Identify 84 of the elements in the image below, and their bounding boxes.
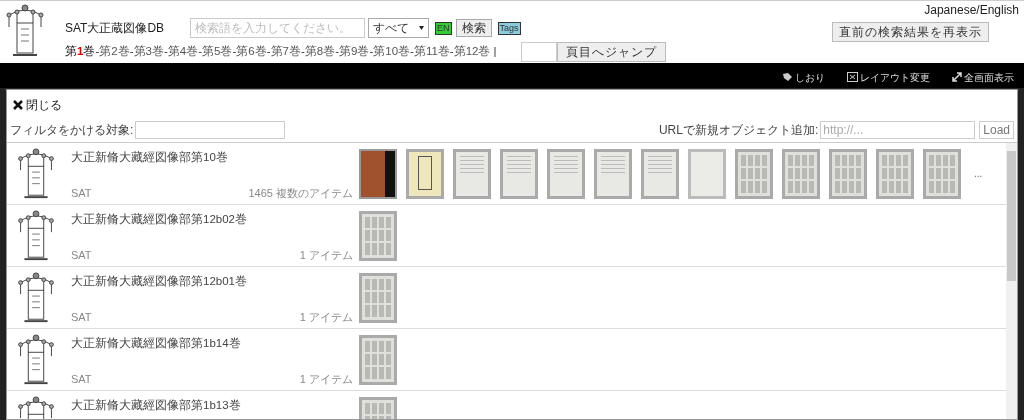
dash: -: [163, 44, 168, 60]
dash: -: [198, 44, 202, 60]
volume-link[interactable]: 第3巻: [133, 43, 164, 61]
result-title: 大正新脩大藏經図像部第10巻: [71, 149, 229, 165]
item-count: 1 アイテム: [299, 247, 353, 261]
en-badge[interactable]: EN: [435, 21, 452, 35]
toolbar-button[interactable]: しおり: [782, 69, 825, 85]
dash: -: [449, 44, 454, 60]
filter-field[interactable]: [135, 121, 286, 139]
expand-icon: [952, 72, 962, 82]
page-scan-thumbnail[interactable]: [359, 272, 397, 323]
source-label: SAT: [71, 247, 92, 261]
layout-icon: [847, 72, 858, 82]
dash: -: [95, 44, 100, 60]
volume-link[interactable]: 第5巻: [202, 43, 233, 61]
volume-link[interactable]: 第10巻: [373, 43, 411, 61]
result-row[interactable]: 大正新脩大藏經図像部第10巻 SAT 1465 複数のアイテム ...: [7, 143, 1006, 205]
volume-link[interactable]: 第8巻: [304, 43, 336, 61]
title-page-thumbnail[interactable]: [406, 148, 444, 199]
item-count: 1 アイテム: [299, 371, 353, 385]
bookmark-icon: [782, 72, 793, 82]
tags-badge[interactable]: Tags: [497, 21, 521, 35]
search-button[interactable]: 検索: [455, 19, 492, 37]
volume-link[interactable]: 第9巻: [339, 43, 370, 61]
page-scan-thumbnail[interactable]: [782, 148, 820, 199]
scope-dropdown[interactable]: すべて: [368, 18, 429, 38]
caret-icon: [419, 26, 424, 30]
close-icon: [13, 100, 23, 110]
page-scan-thumbnail[interactable]: [641, 148, 679, 199]
redisplay-button[interactable]: 直前の検索結果を再表示: [832, 21, 989, 42]
result-title: 大正新脩大藏經図像部第1b13巻: [71, 397, 242, 413]
dash: -: [266, 44, 271, 60]
jump-button[interactable]: 頁目へジャンプ: [557, 42, 667, 62]
separator: |: [493, 44, 497, 60]
dash: -: [335, 44, 339, 60]
page-scan-thumbnail[interactable]: [594, 148, 632, 199]
result-title: 大正新脩大藏經図像部第12b01巻: [71, 273, 248, 289]
page-scan-thumbnail[interactable]: [829, 148, 867, 199]
toolbar-button[interactable]: 全画面表示: [952, 69, 1014, 85]
close-button[interactable]: 閉じる: [13, 96, 62, 114]
page-scan-thumbnail[interactable]: [735, 148, 773, 199]
result-title: 大正新脩大藏經図像部第1b14巻: [71, 335, 242, 351]
book-cover-thumbnail[interactable]: [359, 148, 397, 199]
page-scan-thumbnail[interactable]: [453, 148, 491, 199]
language-link[interactable]: Japanese/English: [924, 0, 1019, 19]
result-row[interactable]: 大正新脩大藏經図像部第12b01巻 SAT 1 アイテム: [7, 267, 1006, 329]
volume-link[interactable]: 第7巻: [270, 43, 301, 61]
source-label: SAT: [71, 309, 92, 323]
page-scan-thumbnail[interactable]: [547, 148, 585, 199]
scrollbar[interactable]: [1006, 143, 1017, 419]
source-label: SAT: [71, 371, 92, 385]
result-row[interactable]: 大正新脩大藏經図像部第1b13巻: [7, 391, 1006, 419]
site-title: SAT大正蔵図像DB: [65, 20, 166, 37]
volume-link[interactable]: 第11巻: [413, 43, 450, 61]
dash: -: [129, 44, 134, 60]
dash: -: [300, 44, 305, 60]
item-count: 1 アイテム: [299, 309, 353, 323]
more-indicator[interactable]: ...: [974, 166, 983, 181]
page-scan-thumbnail[interactable]: [876, 148, 914, 199]
page-scan-thumbnail[interactable]: [500, 148, 538, 199]
url-label: URLで新規オブジェクト追加:: [658, 122, 819, 139]
load-button[interactable]: Load: [979, 121, 1014, 139]
volume-link[interactable]: 第2巻: [99, 43, 130, 61]
url-field[interactable]: http://...: [820, 121, 976, 139]
volume-link[interactable]: 第1巻: [65, 43, 96, 61]
page-scan-thumbnail[interactable]: [359, 210, 397, 261]
volume-link[interactable]: 第4巻: [167, 43, 199, 61]
page-scan-thumbnail[interactable]: [359, 334, 397, 385]
result-row[interactable]: 大正新脩大藏經図像部第1b14巻 SAT 1 アイテム: [7, 329, 1006, 391]
dash: -: [410, 44, 414, 60]
source-label: SAT: [71, 185, 92, 199]
result-row[interactable]: 大正新脩大藏經図像部第12b02巻 SAT 1 アイテム: [7, 205, 1006, 267]
result-title: 大正新脩大藏經図像部第12b02巻: [71, 211, 248, 227]
dash: -: [232, 44, 237, 60]
page-scan-thumbnail[interactable]: [923, 148, 961, 199]
volume-link[interactable]: 第6巻: [236, 43, 267, 61]
volume-link[interactable]: 第12巻: [453, 43, 491, 61]
toolbar-button[interactable]: レイアウト変更: [847, 69, 930, 85]
filter-label: フィルタをかける対象:: [10, 122, 134, 139]
page-number-field[interactable]: [521, 42, 558, 62]
item-count: 1465 複数のアイテム: [248, 185, 353, 199]
shrine-logo-icon: [5, 3, 45, 59]
dash: -: [369, 44, 374, 60]
blank-page-thumbnail[interactable]: [688, 148, 726, 199]
